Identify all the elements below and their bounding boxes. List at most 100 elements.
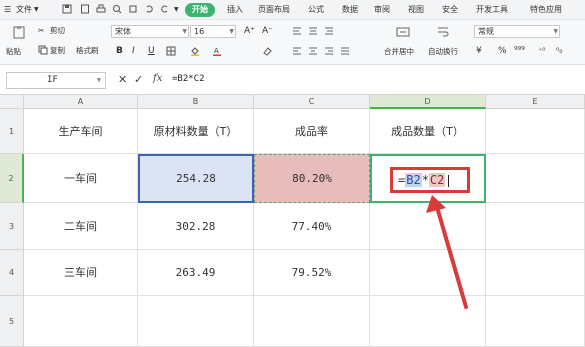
row-header-3[interactable]: 3 — [0, 203, 24, 250]
save-icon[interactable] — [62, 4, 72, 14]
align-top-icon[interactable] — [292, 26, 302, 36]
cell-D5[interactable] — [370, 296, 486, 347]
file-menu[interactable]: 文件 — [16, 4, 32, 16]
row-header-5[interactable]: 5 — [0, 296, 24, 347]
align-left-icon[interactable] — [292, 46, 302, 56]
cell-D3[interactable] — [370, 203, 486, 250]
formula-bar: IF ▼ ✕ ✓ fx =B2*C2 — [0, 65, 585, 95]
cell-E4[interactable] — [486, 250, 585, 296]
cell-A2[interactable]: 一车间 — [24, 154, 138, 203]
cell-B3[interactable]: 302.28 — [138, 203, 254, 250]
font-size-select[interactable]: 16 ▼ — [190, 25, 236, 38]
cell-B4[interactable]: 263.49 — [138, 250, 254, 296]
formula-input[interactable]: =B2*C2 — [172, 74, 205, 84]
currency-icon[interactable]: ¥ — [476, 46, 482, 56]
cell-B5[interactable] — [138, 296, 254, 347]
tab-view[interactable]: 视图 — [408, 4, 424, 16]
text-cursor — [448, 174, 450, 187]
cell-E1[interactable] — [486, 109, 585, 154]
row-header-2[interactable]: 2 — [0, 154, 24, 203]
tab-start[interactable]: 开始 — [185, 3, 215, 17]
paste-icon[interactable] — [12, 25, 26, 39]
thousands-separator-icon[interactable]: ⁹⁹⁹ — [514, 46, 525, 56]
cell-E3[interactable] — [486, 203, 585, 250]
cell-B2[interactable]: 254.28 — [138, 154, 254, 203]
tab-special[interactable]: 特色应用 — [530, 4, 562, 16]
select-all-corner[interactable] — [0, 95, 24, 109]
undo-icon[interactable] — [144, 4, 154, 14]
cancel-formula-icon[interactable]: ✕ — [118, 74, 127, 86]
font-color-icon[interactable]: A — [212, 46, 222, 56]
align-middle-icon[interactable] — [308, 26, 318, 36]
cell-E5[interactable] — [486, 296, 585, 347]
preview-icon[interactable] — [112, 4, 122, 14]
align-bottom-icon[interactable] — [324, 26, 334, 36]
copy-button[interactable]: 复制 — [50, 46, 65, 56]
tab-review[interactable]: 审阅 — [374, 4, 390, 16]
cell-A4[interactable]: 三车间 — [24, 250, 138, 296]
spreadsheet-window: ☰ 文件 ▼ ▼ 开始 插入 页面布局 公式 数据 审阅 视图 安全 开发工具 … — [0, 0, 585, 347]
clear-icon[interactable] — [128, 4, 138, 14]
column-header-E[interactable]: E — [486, 95, 585, 109]
scissors-icon[interactable]: ✂ — [38, 26, 44, 36]
cell-C5[interactable] — [254, 296, 370, 347]
cell-B1[interactable]: 原材料数量（T） — [138, 109, 254, 154]
increase-decimal-icon[interactable]: ⁺⁰ — [538, 46, 545, 56]
column-header-A[interactable]: A — [24, 95, 138, 109]
italic-button[interactable]: I — [132, 46, 135, 56]
cell-C4[interactable]: 79.52% — [254, 250, 370, 296]
column-header-D[interactable]: D — [370, 95, 486, 109]
decrease-decimal-icon[interactable]: ⁰₀ — [556, 46, 562, 56]
underline-button[interactable]: U — [148, 46, 155, 56]
cell-D4[interactable] — [370, 250, 486, 296]
font-shrink-icon[interactable]: A⁻ — [262, 26, 273, 36]
column-header-C[interactable]: C — [254, 95, 370, 109]
border-icon[interactable] — [166, 46, 176, 56]
cell-A5[interactable] — [24, 296, 138, 347]
tab-formulas[interactable]: 公式 — [308, 4, 324, 16]
print-icon[interactable] — [96, 4, 106, 14]
tab-developer[interactable]: 开发工具 — [476, 4, 508, 16]
merge-center-button[interactable]: 合并居中 — [384, 47, 414, 57]
insert-function-icon[interactable]: fx — [153, 73, 162, 84]
row-header-4[interactable]: 4 — [0, 250, 24, 296]
export-icon[interactable] — [80, 4, 90, 14]
tab-insert[interactable]: 插入 — [227, 4, 243, 16]
tab-page-layout[interactable]: 页面布局 — [258, 4, 290, 16]
chevron-down-icon[interactable]: ▼ — [34, 4, 39, 16]
paste-button[interactable]: 粘贴 — [6, 47, 21, 57]
merge-center-icon[interactable] — [396, 25, 410, 39]
cell-A3[interactable]: 二车间 — [24, 203, 138, 250]
column-header-B[interactable]: B — [138, 95, 254, 109]
fill-color-icon[interactable] — [190, 46, 200, 56]
cell-C1[interactable]: 成品率 — [254, 109, 370, 154]
format-painter-button[interactable]: 格式刷 — [76, 46, 99, 56]
confirm-formula-icon[interactable]: ✓ — [134, 74, 143, 86]
wrap-text-button[interactable]: 自动换行 — [428, 47, 458, 57]
cell-C2[interactable]: 80.20% — [254, 154, 370, 203]
cell-D1[interactable]: 成品数量（T） — [370, 109, 486, 154]
hamburger-menu-icon[interactable]: ☰ — [4, 4, 11, 16]
cut-button[interactable]: 剪切 — [50, 26, 65, 36]
cell-C3[interactable]: 77.40% — [254, 203, 370, 250]
copy-icon[interactable] — [38, 45, 48, 55]
eraser-icon[interactable] — [262, 46, 272, 56]
font-name-select[interactable]: 宋体 ▼ — [111, 25, 189, 38]
wrap-text-icon[interactable] — [436, 25, 450, 39]
tab-data[interactable]: 数据 — [342, 4, 358, 16]
name-box[interactable]: IF ▼ — [6, 72, 106, 89]
bold-button[interactable]: B — [116, 46, 123, 56]
percent-icon[interactable]: % — [498, 46, 507, 56]
redo-icon[interactable] — [160, 4, 170, 14]
row-header-1[interactable]: 1 — [0, 109, 24, 154]
cell-A1[interactable]: 生产车间 — [24, 109, 138, 154]
align-center-icon[interactable] — [308, 46, 318, 56]
cell-E2[interactable] — [486, 154, 585, 203]
justify-icon[interactable] — [340, 46, 350, 56]
number-format-select[interactable]: 常规 ▼ — [474, 25, 560, 38]
quick-access-more-icon[interactable]: ▼ — [174, 4, 179, 16]
font-grow-icon[interactable]: A⁺ — [244, 26, 255, 36]
in-cell-formula[interactable]: =B2*C2 — [398, 173, 450, 187]
tab-security[interactable]: 安全 — [442, 4, 458, 16]
align-right-icon[interactable] — [324, 46, 334, 56]
